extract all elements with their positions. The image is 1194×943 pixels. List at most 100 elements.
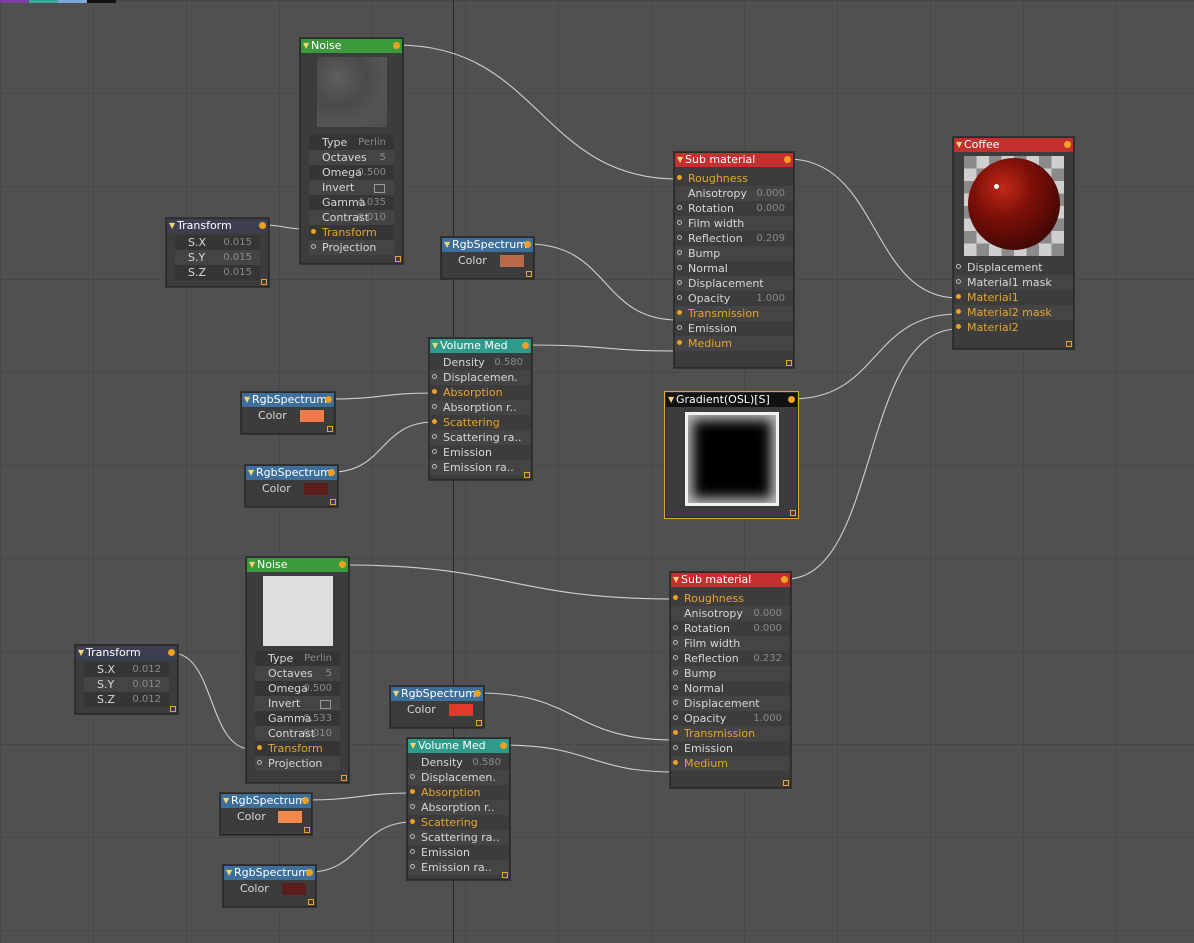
param-row[interactable]: Omega 0.500 xyxy=(309,165,394,180)
output-pin[interactable] xyxy=(788,396,795,403)
param-row[interactable]: Emission xyxy=(430,445,531,460)
input-pin[interactable] xyxy=(956,279,961,284)
input-pin[interactable] xyxy=(673,670,678,675)
input-pin[interactable] xyxy=(410,789,415,794)
volume-medium-node-1[interactable]: ▼ Volume Med Density 0.580 Displacemen. Abs… xyxy=(429,338,532,480)
output-pin[interactable] xyxy=(522,342,529,349)
param-row[interactable]: S.X 0.012 xyxy=(84,662,169,677)
input-pin[interactable] xyxy=(677,310,682,315)
param-row[interactable]: Octaves 5 xyxy=(255,666,340,681)
param-row[interactable]: Type Perlin xyxy=(309,135,394,150)
param-value[interactable]: 0.012 xyxy=(132,677,161,692)
param-value[interactable]: Perlin xyxy=(304,651,332,666)
param-value[interactable]: 0.000 xyxy=(753,606,782,621)
input-pin[interactable] xyxy=(673,715,678,720)
swatch-3[interactable] xyxy=(58,0,87,3)
param-row[interactable]: Scattering ra.. xyxy=(408,830,509,845)
output-pin[interactable] xyxy=(393,42,400,49)
input-pin[interactable] xyxy=(677,340,682,345)
input-pin[interactable] xyxy=(677,250,682,255)
param-value[interactable]: 0.015 xyxy=(223,265,252,280)
node-header[interactable]: ▼ Gradient(OSL)[S] xyxy=(666,393,797,407)
volume-medium-node-2[interactable]: ▼ Volume Med Density 0.580 Displacemen. Abs… xyxy=(407,738,510,880)
param-row[interactable]: Bump xyxy=(671,666,790,681)
param-row[interactable]: Displacement xyxy=(954,260,1073,275)
resize-handle-icon[interactable] xyxy=(526,271,532,277)
node-header[interactable]: ▼ RgbSpectrum xyxy=(391,687,483,701)
output-pin[interactable] xyxy=(325,396,332,403)
param-row[interactable]: Type Perlin xyxy=(255,651,340,666)
param-value[interactable]: 5 xyxy=(380,150,386,165)
color-swatch[interactable] xyxy=(300,410,324,422)
param-row[interactable]: Normal xyxy=(675,261,793,276)
collapse-triangle-icon[interactable]: ▼ xyxy=(444,238,450,252)
resize-handle-icon[interactable] xyxy=(330,499,336,505)
collapse-triangle-icon[interactable]: ▼ xyxy=(956,138,962,152)
rgbspectrum-node-5[interactable]: ▼ RgbSpectrum Color xyxy=(220,793,312,835)
input-pin[interactable] xyxy=(410,834,415,839)
param-row[interactable]: Contrast 0.010 xyxy=(309,210,394,225)
param-row[interactable]: S.Y 0.012 xyxy=(84,677,169,692)
resize-handle-icon[interactable] xyxy=(476,720,482,726)
node-header[interactable]: ▼ Coffee xyxy=(954,138,1073,152)
param-row[interactable]: S.X 0.015 xyxy=(175,235,260,250)
param-value[interactable]: Perlin xyxy=(358,135,386,150)
resize-handle-icon[interactable] xyxy=(786,360,792,366)
param-value[interactable]: 0.580 xyxy=(494,355,523,370)
input-pin[interactable] xyxy=(311,244,316,249)
input-pin[interactable] xyxy=(410,849,415,854)
collapse-triangle-icon[interactable]: ▼ xyxy=(668,393,674,407)
input-pin[interactable] xyxy=(673,625,678,630)
noise-node-2[interactable]: ▼ Noise Type Perlin Octaves 5 Omega 0.500 Inve… xyxy=(246,557,349,783)
node-header[interactable]: ▼ RgbSpectrum xyxy=(442,238,533,252)
input-pin[interactable] xyxy=(677,325,682,330)
node-header[interactable]: ▼ Sub material xyxy=(675,153,793,167)
param-row[interactable]: Displacement xyxy=(671,696,790,711)
rgbspectrum-node-2[interactable]: ▼ RgbSpectrum Color xyxy=(241,392,335,434)
input-pin[interactable] xyxy=(673,700,678,705)
param-row[interactable]: Scattering xyxy=(430,415,531,430)
param-value[interactable]: 0.015 xyxy=(223,235,252,250)
input-pin[interactable] xyxy=(410,804,415,809)
color-swatch[interactable] xyxy=(500,255,524,267)
param-row[interactable]: Contrast 0.010 xyxy=(255,726,340,741)
param-row[interactable]: Displacemen. xyxy=(430,370,531,385)
param-row[interactable]: Medium xyxy=(671,756,790,771)
color-swatch[interactable] xyxy=(278,811,302,823)
param-value[interactable]: 5 xyxy=(326,666,332,681)
resize-handle-icon[interactable] xyxy=(327,426,333,432)
param-row[interactable]: S.Z 0.015 xyxy=(175,265,260,280)
input-pin[interactable] xyxy=(956,264,961,269)
transform-node-2[interactable]: ▼ Transform S.X 0.012 S.Y 0.012 S.Z 0.012 xyxy=(75,645,178,714)
output-pin[interactable] xyxy=(168,649,175,656)
param-value[interactable]: 0.010 xyxy=(303,726,332,741)
param-row[interactable]: Material2 xyxy=(954,320,1073,335)
param-row[interactable]: Anisotropy 0.000 xyxy=(671,606,790,621)
param-row[interactable]: Reflection 0.232 xyxy=(671,651,790,666)
param-value[interactable]: 0.209 xyxy=(756,231,785,246)
collapse-triangle-icon[interactable]: ▼ xyxy=(673,573,679,587)
param-row[interactable]: Rotation 0.000 xyxy=(671,621,790,636)
param-row[interactable]: Projection xyxy=(255,756,340,771)
param-row[interactable]: Invert xyxy=(309,180,394,195)
node-header[interactable]: ▼ Transform xyxy=(76,646,177,660)
node-header[interactable]: ▼ Transform xyxy=(167,219,268,233)
swatch-1[interactable] xyxy=(0,0,29,3)
collapse-triangle-icon[interactable]: ▼ xyxy=(410,739,416,753)
input-pin[interactable] xyxy=(677,205,682,210)
param-row[interactable]: Film width xyxy=(675,216,793,231)
resize-handle-icon[interactable] xyxy=(502,872,508,878)
rgbspectrum-node-6[interactable]: ▼ RgbSpectrum Color xyxy=(223,865,316,907)
invert-checkbox[interactable] xyxy=(374,184,385,193)
param-row[interactable]: Emission ra.. xyxy=(408,860,509,875)
param-row[interactable]: Absorption xyxy=(408,785,509,800)
collapse-triangle-icon[interactable]: ▼ xyxy=(223,794,229,808)
resize-handle-icon[interactable] xyxy=(304,827,310,833)
param-value[interactable]: 0.580 xyxy=(472,755,501,770)
node-header[interactable]: ▼ RgbSpectrum xyxy=(224,866,315,880)
input-pin[interactable] xyxy=(673,730,678,735)
node-header[interactable]: ▼ RgbSpectrum xyxy=(221,794,311,808)
output-pin[interactable] xyxy=(524,241,531,248)
input-pin[interactable] xyxy=(673,685,678,690)
node-header[interactable]: ▼ Volume Med xyxy=(408,739,509,753)
